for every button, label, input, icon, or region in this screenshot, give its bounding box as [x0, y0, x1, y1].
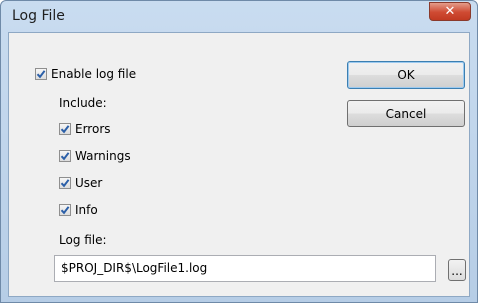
checkbox-box[interactable] — [59, 204, 71, 216]
log-file-label: Log file: — [59, 233, 107, 247]
dialog-title: Log File — [12, 8, 65, 24]
include-label: Include: — [59, 96, 107, 110]
close-icon: ✕ — [444, 4, 456, 19]
cancel-button[interactable]: Cancel — [347, 100, 465, 127]
cancel-button-label: Cancel — [385, 106, 427, 121]
title-bar[interactable]: Log File ✕ — [1, 1, 477, 34]
checkmark-icon — [60, 206, 70, 215]
log-file-path-value: $PROJ_DIR$\LogFile1.log — [61, 261, 208, 275]
checkmark-icon — [60, 125, 70, 134]
errors-checkbox[interactable]: Errors — [59, 122, 111, 136]
checkbox-box[interactable] — [59, 123, 71, 135]
checkmark-icon — [60, 152, 70, 161]
checkbox-box[interactable] — [59, 150, 71, 162]
enable-log-file-checkbox[interactable]: Enable log file — [35, 67, 136, 81]
ok-button[interactable]: OK — [347, 61, 465, 89]
browse-button[interactable]: ... — [448, 259, 466, 281]
info-checkbox[interactable]: Info — [59, 203, 98, 217]
ok-button-label: OK — [397, 68, 415, 82]
errors-label: Errors — [75, 122, 111, 136]
checkmark-icon — [60, 179, 70, 188]
checkbox-box[interactable] — [35, 68, 47, 80]
info-label: Info — [75, 203, 98, 217]
checkbox-box[interactable] — [59, 177, 71, 189]
checkmark-icon — [36, 70, 46, 79]
close-button[interactable]: ✕ — [429, 2, 471, 21]
browse-button-label: ... — [451, 264, 463, 278]
user-checkbox[interactable]: User — [59, 176, 102, 190]
warnings-checkbox[interactable]: Warnings — [59, 149, 131, 163]
enable-log-file-label: Enable log file — [51, 67, 137, 81]
log-file-path-input[interactable]: $PROJ_DIR$\LogFile1.log — [54, 255, 436, 282]
user-label: User — [75, 176, 103, 190]
log-file-dialog: Log File ✕ Enable log file Include: Erro… — [0, 0, 478, 303]
warnings-label: Warnings — [75, 149, 131, 163]
dialog-body: Enable log file Include: Errors Warnings… — [8, 32, 470, 297]
